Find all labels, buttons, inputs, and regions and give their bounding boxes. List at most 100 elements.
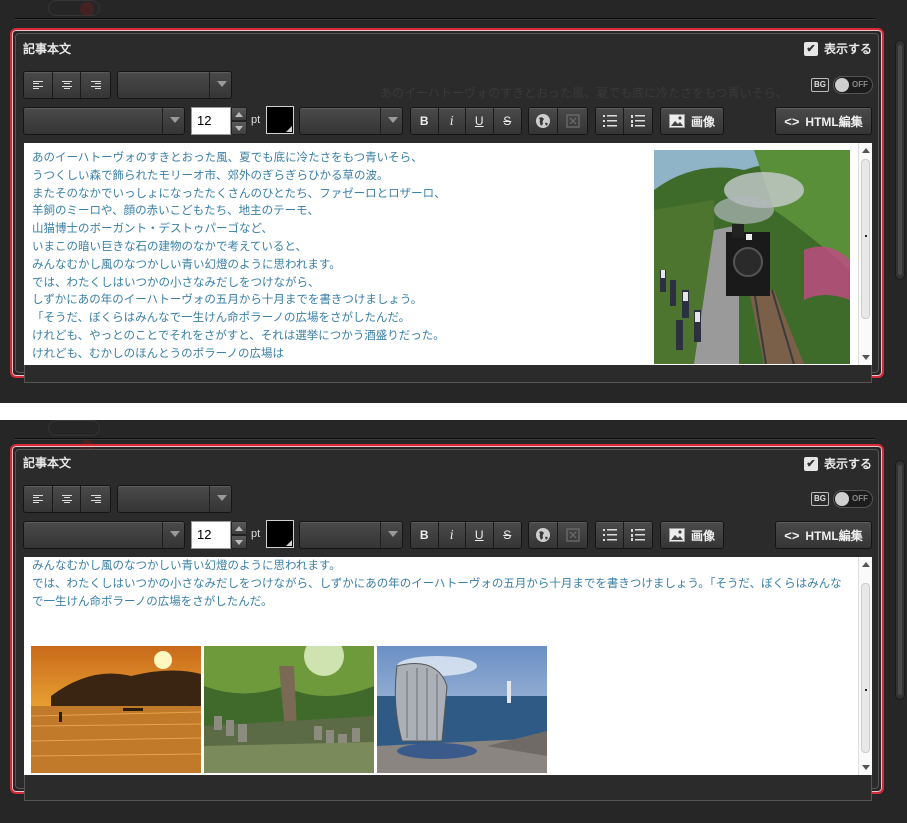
strike-button[interactable]: S <box>493 108 521 134</box>
train-photo[interactable] <box>654 150 850 364</box>
font-size-stepper[interactable]: 12 <box>191 521 247 549</box>
alignment-group <box>23 71 111 99</box>
checkbox-checked-icon[interactable]: ✔ <box>803 456 818 471</box>
panel-title: 記事本文 <box>23 456 72 470</box>
garden-photo[interactable] <box>204 646 374 773</box>
globe-link-icon[interactable] <box>529 522 559 548</box>
font-size-value[interactable]: 12 <box>191 521 231 549</box>
font-unit-label: pt <box>251 114 261 126</box>
editor-screenshot-1: あのイーハトーヴォのすきとおった風、夏でも底に冷たさをもつ青いそら、 記事本文 … <box>0 0 907 403</box>
editor-footer <box>24 365 872 383</box>
chevron-down-icon <box>209 72 231 98</box>
editor-scrollbar[interactable] <box>858 143 872 365</box>
heading-select[interactable] <box>299 107 403 135</box>
link-group <box>528 521 588 549</box>
align-right-icon[interactable] <box>81 486 110 512</box>
scroll-thumb[interactable] <box>861 159 870 319</box>
scroll-thumb[interactable] <box>861 583 870 753</box>
underline-button[interactable]: U <box>466 108 494 134</box>
bg-label: BG <box>811 78 829 92</box>
show-toggle[interactable]: ✔ 表示する <box>803 40 872 57</box>
monument-photo[interactable] <box>377 646 547 773</box>
body-text[interactable]: あのイーハトーヴォのすきとおった風、夏でも底に冷たさをもつ青いそら、 うつくしい… <box>32 149 446 363</box>
text-line: しずかにあの年のイーハトーヴォの五月から十月までを書きつけましょう。 <box>32 292 423 307</box>
align-right-icon[interactable] <box>81 72 110 98</box>
image-icon <box>668 528 685 542</box>
background-pill <box>48 420 100 436</box>
italic-button[interactable]: i <box>438 522 466 548</box>
bullet-list-icon[interactable] <box>596 522 625 548</box>
align-left-icon[interactable] <box>24 72 53 98</box>
content-editable-area[interactable]: みんなむかし風のなつかしい青い幻燈のように思われます。 では、わたくしはいつかの… <box>24 557 872 775</box>
increment-icon[interactable] <box>231 107 247 121</box>
insert-image-button[interactable]: 画像 <box>660 521 724 549</box>
text-line: では、わたくしはいつかの小さなみだしをつけながら、 <box>32 274 320 289</box>
scroll-down-icon[interactable] <box>859 351 872 365</box>
decrement-icon[interactable] <box>231 121 247 135</box>
font-family-select[interactable] <box>23 521 185 549</box>
editor-screenshot-2: 記事本文 ✔ 表示する BG OFF 12 pt B i U S 画像 <> H… <box>0 420 907 823</box>
paragraph-style-select[interactable] <box>117 71 232 99</box>
text-line: けれども、むかしのほんとうのポラーノの広場は <box>32 345 284 360</box>
text-style-group: B i U S <box>410 107 522 135</box>
align-left-icon[interactable] <box>24 486 53 512</box>
scroll-up-icon[interactable] <box>859 143 872 157</box>
text-line: 山猫博士のボーガント・デストゥパーゴなど、 <box>32 221 273 236</box>
editor-scrollbar[interactable] <box>858 557 872 775</box>
page-scrollbar[interactable] <box>895 460 905 700</box>
list-group <box>595 521 653 549</box>
bg-switch[interactable]: OFF <box>833 76 873 94</box>
chevron-down-icon <box>162 522 184 548</box>
body-text[interactable]: みんなむかし風のなつかしい青い幻燈のように思われます。 では、わたくしはいつかの… <box>32 557 852 610</box>
bg-label: BG <box>811 492 829 506</box>
text-color-picker[interactable] <box>266 520 294 548</box>
globe-link-icon[interactable] <box>529 108 559 134</box>
unlink-icon[interactable] <box>558 108 587 134</box>
sunset-photo[interactable] <box>31 646 201 773</box>
paragraph-style-select[interactable] <box>117 485 232 513</box>
text-line: またそのなかでいっしょになったたくさんのひとたち、ファゼーロとロザーロ、 <box>32 185 446 200</box>
font-size-value[interactable]: 12 <box>191 107 231 135</box>
image-button-label: 画像 <box>690 528 715 543</box>
italic-button[interactable]: i <box>438 108 466 134</box>
show-toggle[interactable]: ✔ 表示する <box>803 455 872 472</box>
list-group <box>595 107 653 135</box>
bold-button[interactable]: B <box>411 108 439 134</box>
bold-button[interactable]: B <box>411 522 439 548</box>
numbered-list-icon[interactable] <box>624 108 652 134</box>
font-family-select[interactable] <box>23 107 185 135</box>
checkbox-checked-icon[interactable]: ✔ <box>803 41 818 56</box>
content-editable-area[interactable]: あのイーハトーヴォのすきとおった風、夏でも底に冷たさをもつ青いそら、 うつくしい… <box>24 143 872 365</box>
unlink-icon[interactable] <box>558 522 587 548</box>
heading-select[interactable] <box>299 521 403 549</box>
underline-button[interactable]: U <box>466 522 494 548</box>
decrement-icon[interactable] <box>231 535 247 549</box>
page-scrollbar[interactable] <box>895 40 905 280</box>
html-edit-label: HTML編集 <box>805 528 863 543</box>
divider <box>14 438 875 440</box>
text-color-picker[interactable] <box>266 106 294 134</box>
html-edit-button[interactable]: <> HTML編集 <box>775 107 872 135</box>
align-center-icon[interactable] <box>52 72 82 98</box>
text-line: 「そうだ、ぼくらはみんなで一生けん命ポラーノの広場をさがしたんだ。 <box>32 310 411 325</box>
image-icon <box>668 114 685 128</box>
text-line: いまこの暗い巨きな石の建物のなかで考えていると、 <box>32 238 307 253</box>
html-edit-button[interactable]: <> HTML編集 <box>775 521 872 549</box>
code-icon: <> <box>784 527 800 543</box>
bg-switch-state: OFF <box>852 80 868 89</box>
scroll-up-icon[interactable] <box>859 557 872 571</box>
numbered-list-icon[interactable] <box>624 522 652 548</box>
align-center-icon[interactable] <box>52 486 82 512</box>
font-size-stepper[interactable]: 12 <box>191 107 247 135</box>
insert-image-button[interactable]: 画像 <box>660 107 724 135</box>
increment-icon[interactable] <box>231 521 247 535</box>
chevron-down-icon <box>380 522 402 548</box>
bg-switch[interactable]: OFF <box>833 490 873 508</box>
bg-toggle[interactable]: BG OFF <box>811 490 873 508</box>
strike-button[interactable]: S <box>493 522 521 548</box>
text-line: では、わたくしはいつかの小さなみだしをつけながら、しずかにあの年のイーハトーヴォ… <box>32 575 842 608</box>
scroll-down-icon[interactable] <box>859 761 872 775</box>
bullet-list-icon[interactable] <box>596 108 625 134</box>
bg-toggle[interactable]: BG OFF <box>811 76 873 94</box>
divider <box>14 18 875 20</box>
